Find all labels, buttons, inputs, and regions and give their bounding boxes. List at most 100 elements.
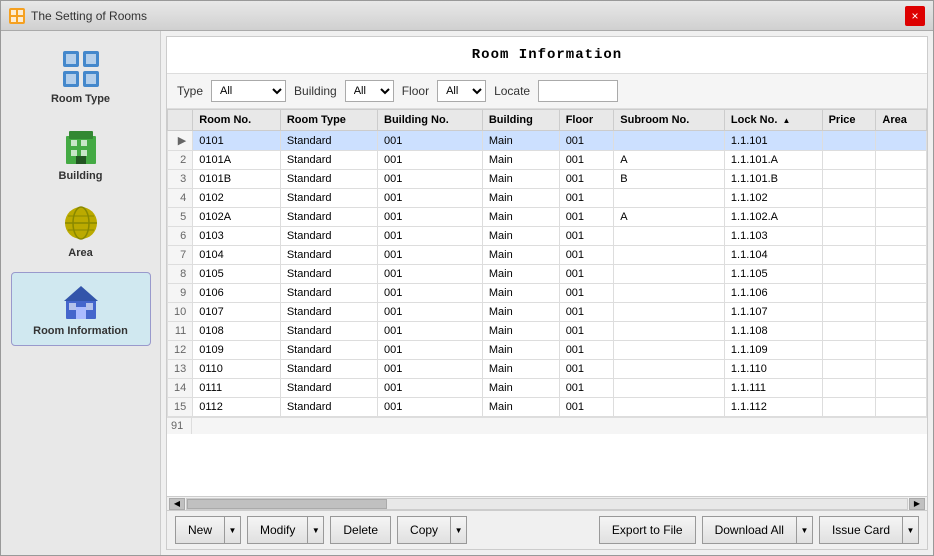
table-cell: 001: [378, 246, 483, 265]
table-cell: [876, 131, 927, 151]
table-row[interactable]: 140111Standard001Main0011.1.111: [168, 379, 927, 398]
table-container[interactable]: Room No. Room Type Building No. Building…: [167, 109, 927, 496]
building-select[interactable]: All 001 002: [345, 80, 394, 102]
table-row[interactable]: 110108Standard001Main0011.1.108: [168, 322, 927, 341]
table-cell: 1.1.112: [724, 398, 822, 417]
table-cell: 1.1.102.A: [724, 208, 822, 227]
col-header-room-no[interactable]: Room No.: [193, 110, 281, 131]
scroll-left-btn[interactable]: ◀: [169, 498, 185, 510]
sidebar-item-room-information[interactable]: Room Information: [11, 272, 151, 346]
col-header-area[interactable]: Area: [876, 110, 927, 131]
floor-select[interactable]: All 001 002 003: [437, 80, 486, 102]
col-header-subroom-no[interactable]: Subroom No.: [614, 110, 725, 131]
new-btn-group: New ▼: [175, 516, 241, 544]
download-dropdown-arrow[interactable]: ▼: [797, 516, 813, 544]
sidebar-item-room-information-label: Room Information: [33, 325, 128, 337]
table-cell: [822, 284, 876, 303]
table-row[interactable]: 120109Standard001Main0011.1.109: [168, 341, 927, 360]
room-table: Room No. Room Type Building No. Building…: [167, 109, 927, 417]
sort-arrow: ▲: [782, 116, 790, 125]
scroll-right-btn[interactable]: ▶: [909, 498, 925, 510]
locate-input[interactable]: [538, 80, 618, 102]
table-cell: Standard: [280, 322, 377, 341]
copy-button[interactable]: Copy: [397, 516, 451, 544]
table-cell: 001: [559, 398, 614, 417]
table-row[interactable]: 20101AStandard001Main001A1.1.101.A: [168, 151, 927, 170]
table-row[interactable]: 150112Standard001Main0011.1.112: [168, 398, 927, 417]
table-cell: 001: [378, 131, 483, 151]
table-row[interactable]: 70104Standard001Main0011.1.104: [168, 246, 927, 265]
table-cell: 001: [559, 322, 614, 341]
table-cell: Main: [482, 151, 559, 170]
table-cell: [822, 189, 876, 208]
table-cell: 0110: [193, 360, 281, 379]
table-row[interactable]: 130110Standard001Main0011.1.110: [168, 360, 927, 379]
table-row[interactable]: 80105Standard001Main0011.1.105: [168, 265, 927, 284]
table-cell: [822, 341, 876, 360]
col-header-lock-no[interactable]: Lock No. ▲: [724, 110, 822, 131]
table-cell: 3: [168, 170, 193, 189]
col-header-building-no[interactable]: Building No.: [378, 110, 483, 131]
issue-dropdown-arrow[interactable]: ▼: [903, 516, 919, 544]
sidebar: Room Type Building: [1, 31, 161, 555]
scrollbar-track[interactable]: [186, 498, 908, 510]
export-button[interactable]: Export to File: [599, 516, 696, 544]
table-cell: 14: [168, 379, 193, 398]
col-header-building[interactable]: Building: [482, 110, 559, 131]
new-dropdown-arrow[interactable]: ▼: [225, 516, 241, 544]
sidebar-item-room-type[interactable]: Room Type: [11, 41, 151, 113]
table-cell: 0108: [193, 322, 281, 341]
table-cell: 001: [378, 303, 483, 322]
table-cell: 001: [559, 151, 614, 170]
table-cell: [614, 379, 725, 398]
table-cell: 001: [378, 227, 483, 246]
table-cell: Main: [482, 208, 559, 227]
copy-dropdown-arrow[interactable]: ▼: [451, 516, 467, 544]
scrollbar-thumb[interactable]: [187, 499, 387, 509]
new-button[interactable]: New: [175, 516, 225, 544]
table-cell: Standard: [280, 303, 377, 322]
col-header-floor[interactable]: Floor: [559, 110, 614, 131]
table-cell: 001: [378, 265, 483, 284]
table-row[interactable]: 50102AStandard001Main001A1.1.102.A: [168, 208, 927, 227]
table-cell: Main: [482, 170, 559, 189]
table-cell: Standard: [280, 151, 377, 170]
page-row-empty: [192, 418, 927, 434]
issue-card-button[interactable]: Issue Card: [819, 516, 903, 544]
modify-button[interactable]: Modify: [247, 516, 308, 544]
download-button[interactable]: Download All: [702, 516, 797, 544]
main-window: The Setting of Rooms × Room Type: [0, 0, 934, 556]
table-cell: [876, 151, 927, 170]
col-header-price[interactable]: Price: [822, 110, 876, 131]
table-cell: ▶: [168, 131, 193, 151]
delete-button[interactable]: Delete: [330, 516, 391, 544]
horizontal-scrollbar[interactable]: ◀ ▶: [167, 496, 927, 510]
table-cell: 1.1.103: [724, 227, 822, 246]
table-cell: 001: [559, 246, 614, 265]
type-select[interactable]: All Standard Suite Deluxe: [211, 80, 286, 102]
table-cell: Main: [482, 303, 559, 322]
table-row[interactable]: 100107Standard001Main0011.1.107: [168, 303, 927, 322]
content-panel: Room Information Type All Standard Suite…: [166, 36, 928, 550]
sidebar-item-building[interactable]: Building: [11, 118, 151, 190]
table-cell: [822, 131, 876, 151]
col-header-room-type[interactable]: Room Type: [280, 110, 377, 131]
main-content: Room Type Building: [1, 31, 933, 555]
building-label: Building: [294, 84, 337, 98]
table-row[interactable]: 60103Standard001Main0011.1.103: [168, 227, 927, 246]
table-cell: [876, 208, 927, 227]
close-button[interactable]: ×: [905, 6, 925, 26]
table-cell: [614, 189, 725, 208]
table-cell: Standard: [280, 131, 377, 151]
table-cell: [822, 303, 876, 322]
table-row[interactable]: 30101BStandard001Main001B1.1.101.B: [168, 170, 927, 189]
table-cell: Main: [482, 265, 559, 284]
table-row[interactable]: 40102Standard001Main0011.1.102: [168, 189, 927, 208]
modify-dropdown-arrow[interactable]: ▼: [308, 516, 324, 544]
table-row[interactable]: ▶0101Standard001Main0011.1.101: [168, 131, 927, 151]
sidebar-item-area[interactable]: Area: [11, 195, 151, 267]
table-cell: [876, 227, 927, 246]
table-cell: 0101A: [193, 151, 281, 170]
table-cell: [822, 246, 876, 265]
table-row[interactable]: 90106Standard001Main0011.1.106: [168, 284, 927, 303]
